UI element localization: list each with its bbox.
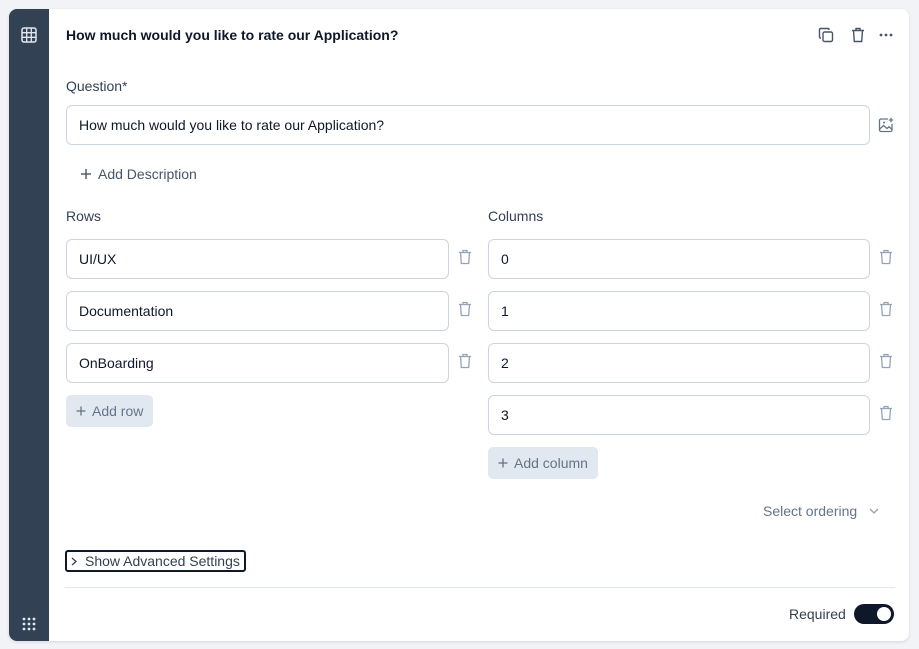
copy-button[interactable] [816, 25, 836, 45]
add-image-button[interactable] [876, 115, 896, 135]
drag-handle-icon[interactable] [22, 617, 36, 631]
trash-icon[interactable] [458, 301, 472, 317]
show-advanced-settings-button[interactable]: Show Advanced Settings [65, 550, 246, 572]
plus-icon [81, 169, 91, 179]
add-row-label: Add row [92, 403, 144, 419]
row-input[interactable]: OnBoarding [66, 343, 449, 383]
question-input[interactable]: How much would you like to rate our Appl… [66, 105, 870, 145]
chevron-down-icon [869, 508, 879, 514]
trash-icon [852, 27, 864, 43]
row-input[interactable]: UI/UX [66, 239, 449, 279]
column-input[interactable]: 0 [488, 239, 870, 279]
column-input[interactable]: 3 [488, 395, 870, 435]
column-input[interactable]: 1 [488, 291, 870, 331]
delete-question-button[interactable] [848, 25, 868, 45]
question-title: How much would you like to rate our Appl… [66, 27, 399, 43]
add-column-label: Add column [514, 455, 588, 471]
toggle-knob [877, 607, 891, 621]
columns-label: Columns [488, 208, 544, 224]
question-card: How much would you like to rate our Appl… [9, 9, 909, 641]
copy-icon [818, 27, 834, 43]
more-horizontal-icon [879, 33, 893, 37]
plus-icon [76, 406, 86, 416]
trash-icon[interactable] [879, 249, 893, 265]
add-column-button[interactable]: Add column [488, 447, 598, 479]
required-label: Required [789, 606, 846, 622]
grid-icon [21, 27, 37, 43]
add-description-button[interactable]: Add Description [80, 166, 197, 182]
trash-icon[interactable] [879, 405, 893, 421]
rows-label: Rows [66, 208, 102, 224]
image-add-icon [878, 117, 894, 133]
select-ordering-dropdown[interactable]: Select ordering [763, 503, 879, 519]
add-description-label: Add Description [98, 166, 197, 182]
more-options-button[interactable] [876, 25, 896, 45]
footer-divider [65, 587, 895, 588]
question-label: Question* [66, 78, 128, 94]
trash-icon[interactable] [879, 301, 893, 317]
select-ordering-label: Select ordering [763, 503, 858, 519]
question-sidebar [9, 9, 49, 641]
chevron-right-icon [71, 557, 77, 565]
add-row-button[interactable]: Add row [66, 395, 154, 427]
trash-icon[interactable] [458, 249, 472, 265]
required-toggle[interactable] [854, 604, 894, 624]
trash-icon[interactable] [879, 353, 893, 369]
advanced-settings-label: Show Advanced Settings [85, 553, 240, 569]
row-input[interactable]: Documentation [66, 291, 449, 331]
column-input[interactable]: 2 [488, 343, 870, 383]
plus-icon [498, 458, 508, 468]
trash-icon[interactable] [458, 353, 472, 369]
